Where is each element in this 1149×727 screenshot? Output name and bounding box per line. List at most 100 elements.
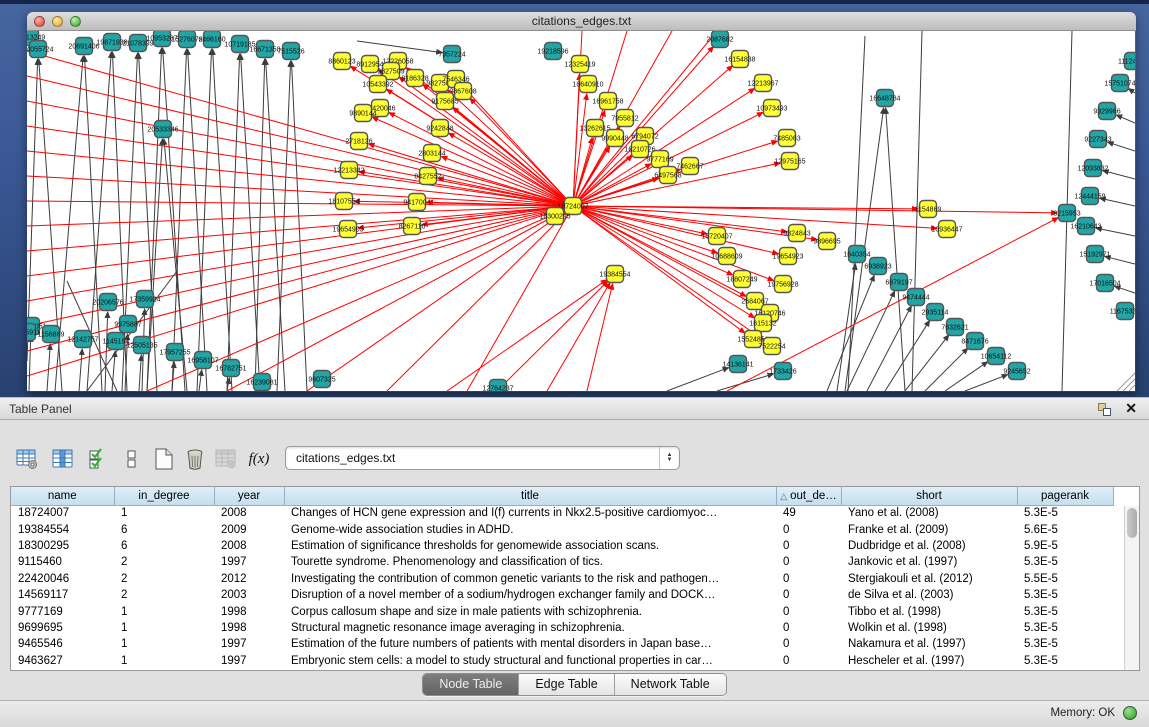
resize-grip-icon[interactable] bbox=[1129, 385, 1135, 391]
table-row[interactable]: 946554611997Estimation of the future num… bbox=[11, 636, 1113, 652]
table-cell[interactable]: 1997 bbox=[214, 653, 284, 669]
close-panel-icon[interactable]: ✕ bbox=[1125, 400, 1137, 417]
table-cell[interactable]: 6 bbox=[114, 521, 214, 537]
table-cell[interactable]: 9777169 bbox=[11, 603, 114, 619]
table-cell[interactable]: 18724007 bbox=[11, 505, 114, 521]
show-column-button[interactable] bbox=[48, 444, 78, 474]
unselect-all-button[interactable] bbox=[117, 444, 147, 474]
function-builder-button[interactable]: f(x) bbox=[244, 444, 274, 474]
table-cell[interactable]: Changes of HCN gene expression and I(f) … bbox=[284, 505, 776, 521]
table-cell[interactable]: 2 bbox=[114, 571, 214, 587]
table-cell[interactable]: Dudbridge et al. (2008) bbox=[841, 538, 1017, 554]
network-window-titlebar[interactable]: citations_edges.txt bbox=[27, 12, 1136, 31]
table-cell[interactable]: 5.3E-5 bbox=[1017, 554, 1113, 570]
table-cell[interactable]: 0 bbox=[776, 554, 841, 570]
table-cell[interactable]: 1998 bbox=[214, 620, 284, 636]
delete-table-button[interactable] bbox=[180, 444, 210, 474]
table-row[interactable]: 911546021997Tourette syndrome. Phenomeno… bbox=[11, 554, 1113, 570]
table-cell[interactable]: 9465546 bbox=[11, 636, 114, 652]
table-cell[interactable]: 0 bbox=[776, 603, 841, 619]
table-row[interactable]: 977716911998Corpus callosum shape and si… bbox=[11, 603, 1113, 619]
table-cell[interactable]: 2003 bbox=[214, 587, 284, 603]
table-cell[interactable]: 2012 bbox=[214, 571, 284, 587]
table-cell[interactable]: 0 bbox=[776, 653, 841, 669]
table-cell[interactable]: 1998 bbox=[214, 603, 284, 619]
float-panel-icon[interactable] bbox=[1098, 403, 1111, 416]
table-scrollbar-thumb[interactable] bbox=[1127, 508, 1137, 538]
table-cell[interactable]: Stergiakouli et al. (2012) bbox=[841, 571, 1017, 587]
table-cell[interactable]: 2008 bbox=[214, 505, 284, 521]
table-cell[interactable]: Disruption of a novel member of a sodium… bbox=[284, 587, 776, 603]
table-cell[interactable]: 22420046 bbox=[11, 571, 114, 587]
table-row[interactable]: 946362711997Embryonic stem cells: a mode… bbox=[11, 653, 1113, 669]
table-cell[interactable]: Corpus callosum shape and size in male p… bbox=[284, 603, 776, 619]
table-cell[interactable]: Hescheler et al. (1997) bbox=[841, 653, 1017, 669]
memory-ok-icon[interactable] bbox=[1123, 706, 1137, 720]
table-cell[interactable]: 5.3E-5 bbox=[1017, 587, 1113, 603]
tab-edge-table[interactable]: Edge Table bbox=[519, 674, 614, 695]
column-header-title[interactable]: title bbox=[284, 487, 776, 505]
column-header-pagerank[interactable]: pagerank bbox=[1017, 487, 1113, 505]
resize-grip-icon[interactable] bbox=[1123, 379, 1135, 391]
table-cell[interactable]: 9699695 bbox=[11, 620, 114, 636]
column-header-year[interactable]: year bbox=[214, 487, 284, 505]
table-cell[interactable]: Estimation of the future numbers of pati… bbox=[284, 636, 776, 652]
table-cell[interactable]: de Silva et al. (2003) bbox=[841, 587, 1017, 603]
table-options-button[interactable] bbox=[12, 444, 42, 474]
table-cell[interactable]: 18300295 bbox=[11, 538, 114, 554]
table-scrollbar[interactable] bbox=[1124, 506, 1139, 670]
table-cell[interactable]: 2 bbox=[114, 554, 214, 570]
table-row[interactable]: 1872400712008Changes of HCN gene express… bbox=[11, 505, 1113, 521]
column-header-outde[interactable]: △out_de… bbox=[776, 487, 841, 505]
table-cell[interactable]: 5.3E-5 bbox=[1017, 603, 1113, 619]
select-all-button[interactable] bbox=[84, 444, 114, 474]
table-cell[interactable]: Structural magnetic resonance image aver… bbox=[284, 620, 776, 636]
table-cell[interactable]: 49 bbox=[776, 505, 841, 521]
table-row[interactable]: 1456911722003Disruption of a novel membe… bbox=[11, 587, 1113, 603]
table-cell[interactable]: 14569117 bbox=[11, 587, 114, 603]
table-cell[interactable]: 1 bbox=[114, 505, 214, 521]
column-header-name[interactable]: name bbox=[11, 487, 114, 505]
network-table-select[interactable]: citations_edges.txt ▲▼ bbox=[285, 446, 680, 470]
table-row[interactable]: 2242004622012Investigating the contribut… bbox=[11, 571, 1113, 587]
table-cell[interactable]: Estimation of significance thresholds fo… bbox=[284, 538, 776, 554]
table-cell[interactable]: Yano et al. (2008) bbox=[841, 505, 1017, 521]
table-cell[interactable]: 1 bbox=[114, 603, 214, 619]
table-cell[interactable]: 1 bbox=[114, 636, 214, 652]
table-cell[interactable]: Investigating the contribution of common… bbox=[284, 571, 776, 587]
table-cell[interactable]: 5.3E-5 bbox=[1017, 505, 1113, 521]
table-cell[interactable]: 0 bbox=[776, 587, 841, 603]
table-cell[interactable]: 5.3E-5 bbox=[1017, 636, 1113, 652]
table-cell[interactable]: 2 bbox=[114, 587, 214, 603]
table-cell[interactable]: 1 bbox=[114, 620, 214, 636]
column-header-indegree[interactable]: in_degree bbox=[114, 487, 214, 505]
citation-graph[interactable]: 1872400723113249240557242069140619871938… bbox=[27, 31, 1135, 391]
table-cell[interactable]: Franke et al. (2009) bbox=[841, 521, 1017, 537]
table-cell[interactable]: 9463627 bbox=[11, 653, 114, 669]
table-cell[interactable]: Nakamura et al. (1997) bbox=[841, 636, 1017, 652]
table-cell[interactable]: 5.5E-5 bbox=[1017, 571, 1113, 587]
table-cell[interactable]: Jankovic et al. (1997) bbox=[841, 554, 1017, 570]
tab-node-table[interactable]: Node Table bbox=[423, 674, 519, 695]
table-cell[interactable]: 5.6E-5 bbox=[1017, 521, 1113, 537]
table-cell[interactable]: Wolkin et al. (1998) bbox=[841, 620, 1017, 636]
table-cell[interactable]: Genome-wide association studies in ADHD. bbox=[284, 521, 776, 537]
table-cell[interactable]: Embryonic stem cells: a model to study s… bbox=[284, 653, 776, 669]
table-cell[interactable]: 5.9E-5 bbox=[1017, 538, 1113, 554]
new-table-button[interactable] bbox=[149, 444, 179, 474]
network-canvas[interactable]: 1872400723113249240557242069140619871938… bbox=[27, 31, 1135, 391]
table-cell[interactable]: Tibbo et al. (1998) bbox=[841, 603, 1017, 619]
table-cell[interactable]: 0 bbox=[776, 521, 841, 537]
table-cell[interactable]: 5.3E-5 bbox=[1017, 653, 1113, 669]
table-row[interactable]: 1938455462009Genome-wide association stu… bbox=[11, 521, 1113, 537]
table-cell[interactable]: 2009 bbox=[214, 521, 284, 537]
table-cell[interactable]: 1 bbox=[114, 653, 214, 669]
table-cell[interactable]: Tourette syndrome. Phenomenology and cla… bbox=[284, 554, 776, 570]
import-table-button[interactable] bbox=[211, 444, 241, 474]
table-cell[interactable]: 0 bbox=[776, 636, 841, 652]
table-row[interactable]: 969969511998Structural magnetic resonanc… bbox=[11, 620, 1113, 636]
table-cell[interactable]: 1997 bbox=[214, 636, 284, 652]
column-header-short[interactable]: short bbox=[841, 487, 1017, 505]
network-window[interactable]: citations_edges.txt 18724007231132492405… bbox=[27, 12, 1136, 392]
table-cell[interactable]: 5.3E-5 bbox=[1017, 620, 1113, 636]
